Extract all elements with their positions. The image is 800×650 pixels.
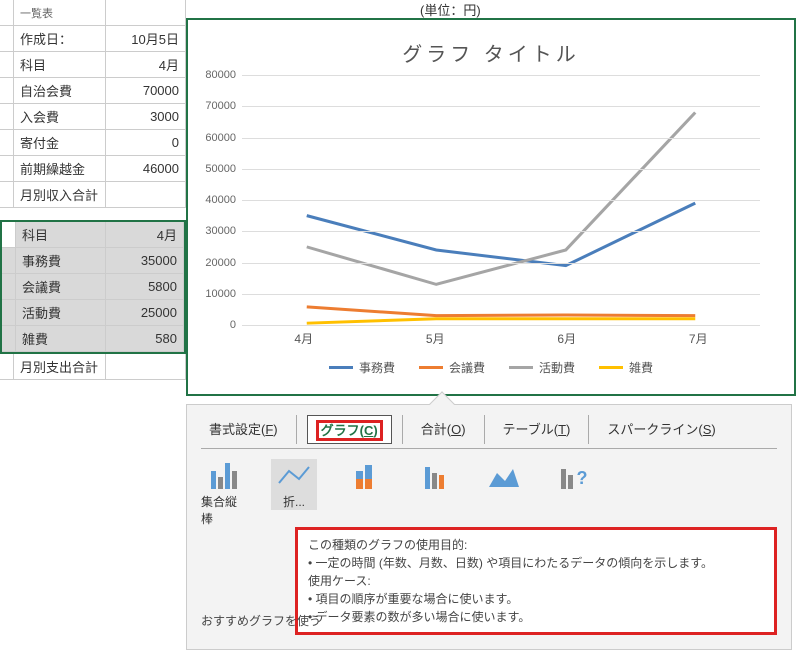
chart-preview[interactable]: グラフ タイトル 0100002000030000400005000060000… — [186, 18, 796, 396]
sheet-row[interactable]: 作成日：10月5日 — [0, 26, 186, 52]
chart-type-column-alt[interactable] — [411, 459, 457, 489]
legend-item: 活動費 — [509, 359, 575, 376]
chart-type-row: 集合縦棒 折... — [201, 459, 777, 527]
legend-item: 雑費 — [599, 359, 653, 376]
chart-legend: 事務費 会議費 活動費 雑費 — [188, 359, 794, 376]
x-axis: 4月5月6月7月 — [238, 330, 764, 347]
chart-type-stacked-column[interactable] — [341, 459, 387, 489]
chart-type-tooltip: この種類のグラフの使用目的: • 一定の時間 (年数、月数、日数) や項目にわた… — [295, 527, 777, 635]
stacked-column-icon — [346, 459, 382, 489]
chart-type-label: 折... — [283, 493, 305, 510]
sheet-row-selected[interactable]: 会議費5800 — [2, 274, 184, 300]
chart-type-clustered-column[interactable]: 集合縦棒 — [201, 459, 247, 527]
y-axis: 0100002000030000400005000060000700008000… — [198, 75, 236, 325]
unit-label: (単位：円) — [420, 0, 481, 19]
tab-strip: 書式設定(F) グラフ(C) 合計(O) テーブル(T) スパークライン(S) — [201, 415, 777, 449]
area-icon — [486, 459, 522, 489]
sheet-row[interactable]: 月別収入合計 — [0, 182, 186, 208]
recommended-charts-label: おすすめグラフを使う — [201, 612, 321, 629]
sheet-row[interactable]: 科目4月 — [0, 52, 186, 78]
line-chart-icon — [276, 459, 312, 489]
legend-item: 会議費 — [419, 359, 485, 376]
quick-analysis-panel: 書式設定(F) グラフ(C) 合計(O) テーブル(T) スパークライン(S) 集合縦棒… — [186, 404, 792, 650]
sheet-row[interactable]: 寄付金0 — [0, 130, 186, 156]
chart-type-more[interactable]: ? — [551, 459, 597, 489]
sheet-row[interactable]: 前期繰越金46000 — [0, 156, 186, 182]
tab-合計[interactable]: 合計(O) — [413, 415, 474, 444]
sheet-row-selected[interactable]: 科目4月 — [2, 222, 184, 248]
sheet-row[interactable]: 自治会費70000 — [0, 78, 186, 104]
plot-area — [242, 75, 760, 325]
tab-書式設定[interactable]: 書式設定(F) — [201, 415, 286, 444]
exp-total-label: 月別支出合計 — [14, 354, 106, 379]
sheet-row-selected[interactable]: 活動費25000 — [2, 300, 184, 326]
column-alt-icon — [416, 459, 452, 489]
chart-title: グラフ タイトル — [188, 38, 794, 67]
tab-グラフ[interactable]: グラフ(C) — [307, 415, 392, 444]
more-charts-icon: ? — [556, 459, 592, 489]
tab-テーブル[interactable]: テーブル(T) — [495, 415, 579, 444]
sheet-row-selected[interactable]: 事務費35000 — [2, 248, 184, 274]
worksheet-grid[interactable]: 一覧表 作成日：10月5日科目4月自治会費70000入会費3000寄付金0前期繰… — [0, 0, 186, 380]
tab-スパークライン[interactable]: スパークライン(S) — [599, 415, 723, 444]
chart-type-line[interactable]: 折... — [271, 459, 317, 510]
legend-item: 事務費 — [329, 359, 395, 376]
sheet-row-selected[interactable]: 雑費580 — [2, 326, 184, 352]
clustered-column-icon — [206, 459, 242, 489]
sheet-row[interactable]: 入会費3000 — [0, 104, 186, 130]
chart-type-label: 集合縦棒 — [201, 493, 247, 527]
chart-type-area[interactable] — [481, 459, 527, 489]
